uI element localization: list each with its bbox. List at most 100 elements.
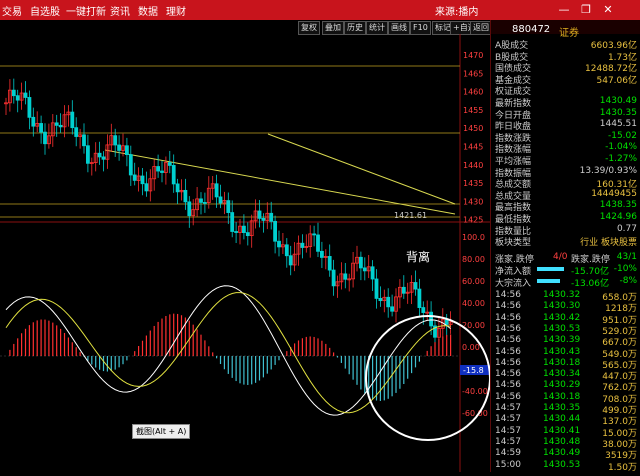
macd-bar (37, 320, 38, 356)
macd-bar (314, 337, 315, 356)
menu-item-0[interactable]: 交易 (2, 3, 22, 18)
macd-bar (115, 356, 116, 370)
macd-bar (442, 336, 443, 356)
candle-body (71, 112, 74, 128)
macd-bar (325, 344, 326, 356)
updown-up: 4/0 (553, 252, 567, 262)
stat-label: 板块类型 (495, 235, 531, 248)
toolbar-button-2[interactable]: 历史 (344, 21, 366, 35)
menu-item-5[interactable]: 理财 (166, 3, 186, 18)
tick-price: 1430.53 (543, 460, 580, 470)
candle-body (16, 96, 19, 100)
macd-bar (72, 342, 73, 356)
macd-bar (321, 341, 322, 356)
app-title: 来源:播内 (435, 3, 478, 18)
macd-bar (388, 356, 389, 399)
candle-body (118, 145, 121, 150)
stat-value: 547.06亿 (597, 73, 638, 86)
macd-bar (271, 356, 272, 369)
candle-body (402, 287, 405, 293)
candle-body (219, 197, 222, 203)
toolbar-button-0[interactable]: 复权 (298, 21, 320, 35)
macd-bar (142, 341, 143, 356)
macd-bar (122, 356, 123, 364)
toolbar-button-3[interactable]: 统计 (366, 21, 388, 35)
tick-time: 14:56 (495, 335, 521, 345)
indicator-axis-label: 40.00 (462, 299, 485, 308)
macd-bar (446, 335, 447, 356)
tick-time: 14:57 (495, 403, 521, 413)
tick-time: 14:57 (495, 414, 521, 424)
flow-label: 大宗流入 (495, 276, 531, 289)
candle-body (262, 218, 265, 220)
price-axis-label: 1455 (463, 106, 483, 115)
tick-time: 14:56 (495, 380, 521, 390)
toolbar-button-1[interactable]: 叠加 (322, 21, 344, 35)
toolbar-button-5[interactable]: F10 (410, 21, 431, 35)
candle-body (246, 233, 249, 236)
close-icon[interactable]: ✕ (600, 2, 616, 18)
candle-body (301, 243, 304, 247)
tick-price: 1430.35 (543, 403, 580, 413)
flow-pct: -10% (614, 264, 637, 274)
macd-bar (247, 356, 248, 385)
candle-body (215, 184, 218, 197)
price-axis-label: 1465 (463, 69, 483, 78)
menu-item-2[interactable]: 一键打新 (66, 3, 106, 18)
candle-body (176, 184, 179, 192)
tick-time: 14:57 (495, 426, 521, 436)
quote-panel: A股成交6603.96亿B股成交1.73亿国债成交12488.72亿基金成交54… (490, 20, 640, 472)
price-axis-label: 1470 (463, 51, 483, 60)
macd-bar (220, 356, 221, 364)
toolbar-button-4[interactable]: 画线 (388, 21, 410, 35)
tick-time: 14:56 (495, 324, 521, 334)
candle-body (317, 235, 320, 251)
macd-bar (204, 340, 205, 356)
candle-body (274, 221, 277, 241)
tick-time: 14:56 (495, 347, 521, 357)
macd-bar (17, 338, 18, 356)
stat-value: -15.02 (608, 131, 637, 141)
macd-bar (33, 322, 34, 356)
candle-body (145, 184, 148, 191)
minimize-icon[interactable]: — (556, 2, 572, 18)
macd-bar (56, 325, 57, 356)
macd-bar (317, 338, 318, 356)
menu-item-3[interactable]: 资讯 (110, 3, 130, 18)
candle-body (363, 268, 366, 271)
macd-bar (200, 335, 201, 356)
macd-bar (60, 329, 61, 356)
candle-body (40, 123, 43, 132)
menu-item-4[interactable]: 数据 (138, 3, 158, 18)
tick-price: 1430.32 (543, 290, 580, 300)
menu-item-1[interactable]: 自选股 (30, 3, 60, 18)
tick-time: 14:57 (495, 437, 521, 447)
tick-price: 1430.39 (543, 335, 580, 345)
candle-body (157, 167, 160, 172)
candle-body (258, 211, 261, 218)
candle-body (391, 307, 394, 311)
macd-bar (434, 342, 435, 356)
toolbar-button-8[interactable]: 返回 (470, 21, 492, 35)
macd-bar (255, 356, 256, 383)
macd-bar (158, 322, 159, 356)
macd-bar (411, 356, 412, 373)
macd-bar (193, 325, 194, 356)
candle-body (445, 320, 448, 325)
stock-code: 880472 (512, 24, 550, 35)
macd-bar (134, 351, 135, 356)
macd-bar (212, 352, 213, 356)
tick-price: 1430.41 (543, 426, 580, 436)
restore-icon[interactable]: ❐ (578, 2, 594, 18)
price-axis-label: 1445 (463, 143, 483, 152)
tick-time: 14:56 (495, 290, 521, 300)
candle-body (332, 270, 335, 286)
tick-price: 1430.34 (543, 369, 580, 379)
macd-bar (267, 356, 268, 374)
macd-bar (243, 356, 244, 385)
candle-body (359, 257, 362, 268)
macd-bar (419, 356, 420, 362)
macd-bar (259, 356, 260, 380)
trend-line (268, 134, 455, 204)
candle-body (203, 202, 206, 203)
